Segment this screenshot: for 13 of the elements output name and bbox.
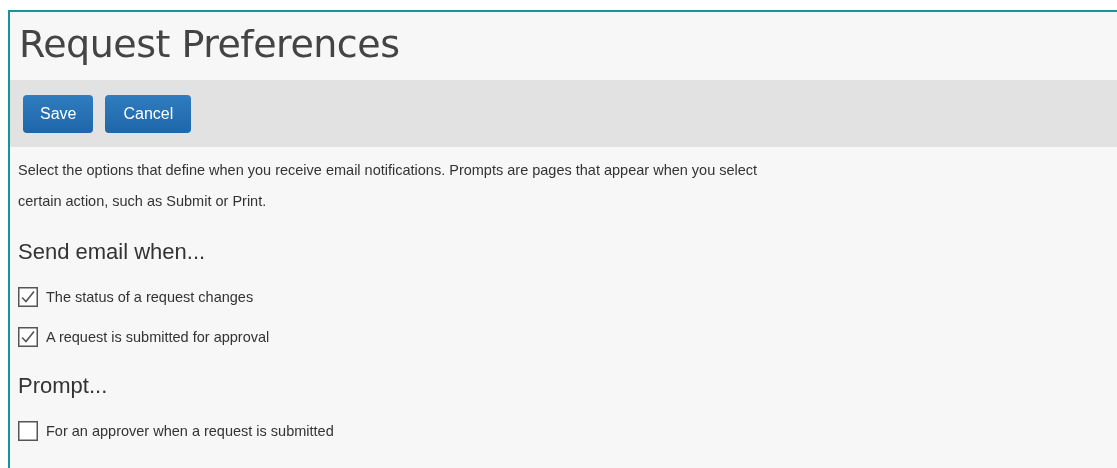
option-label: For an approver when a request is submitted	[46, 423, 334, 439]
checkbox[interactable]	[18, 327, 38, 347]
description-text: Select the options that define when you receive email notifications. Prompts are pages that appear when you select	[18, 161, 759, 180]
option-label: The status of a request changes	[46, 289, 254, 305]
description-text: certain action, such as Submit or Print.	[18, 192, 268, 211]
section-heading: Prompt...	[18, 373, 109, 399]
section-heading: Send email when...	[18, 239, 207, 265]
cancel-button[interactable]: Cancel	[105, 94, 192, 133]
option-label: A request is submitted for approval	[46, 329, 270, 345]
checkbox[interactable]	[18, 287, 38, 307]
save-button[interactable]: Save	[23, 94, 94, 133]
page-title: Request Preferences	[18, 21, 401, 68]
checkbox[interactable]	[18, 421, 38, 441]
